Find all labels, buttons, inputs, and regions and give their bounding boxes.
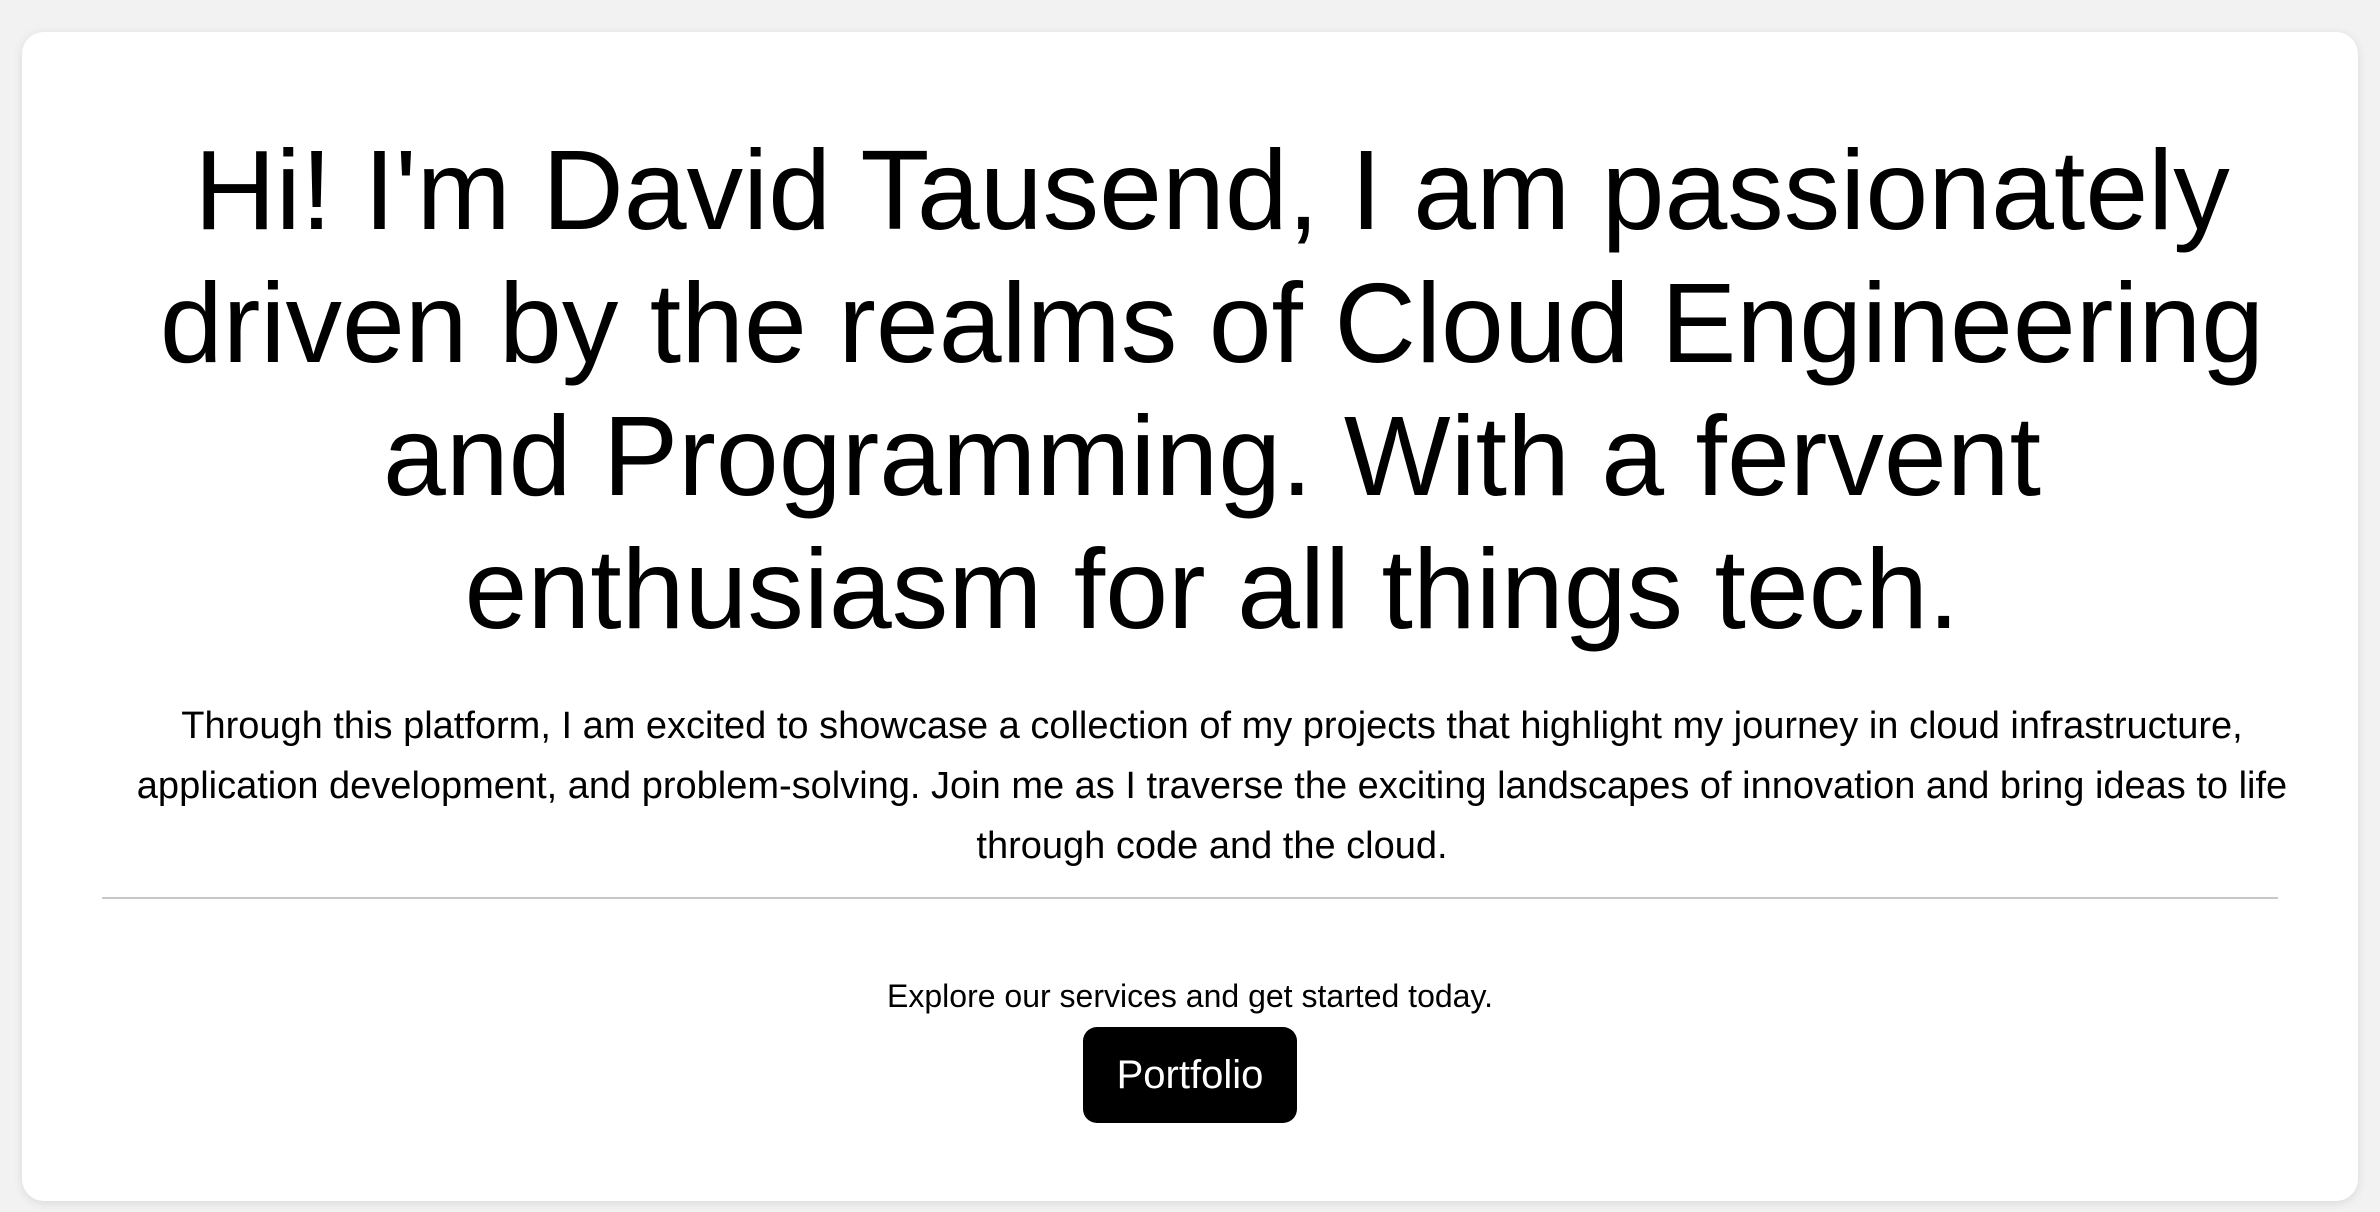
- section-divider: [102, 897, 2278, 899]
- hero-headline: Hi! I'm David Tausend, I am passionately…: [159, 127, 2265, 652]
- portfolio-button[interactable]: Portfolio: [1083, 1027, 1297, 1123]
- hero-card: Hi! I'm David Tausend, I am passionately…: [22, 32, 2358, 1201]
- cta-text: Explore our services and get started tod…: [887, 978, 1493, 1014]
- hero-intro: Through this platform, I am excited to s…: [136, 705, 2288, 867]
